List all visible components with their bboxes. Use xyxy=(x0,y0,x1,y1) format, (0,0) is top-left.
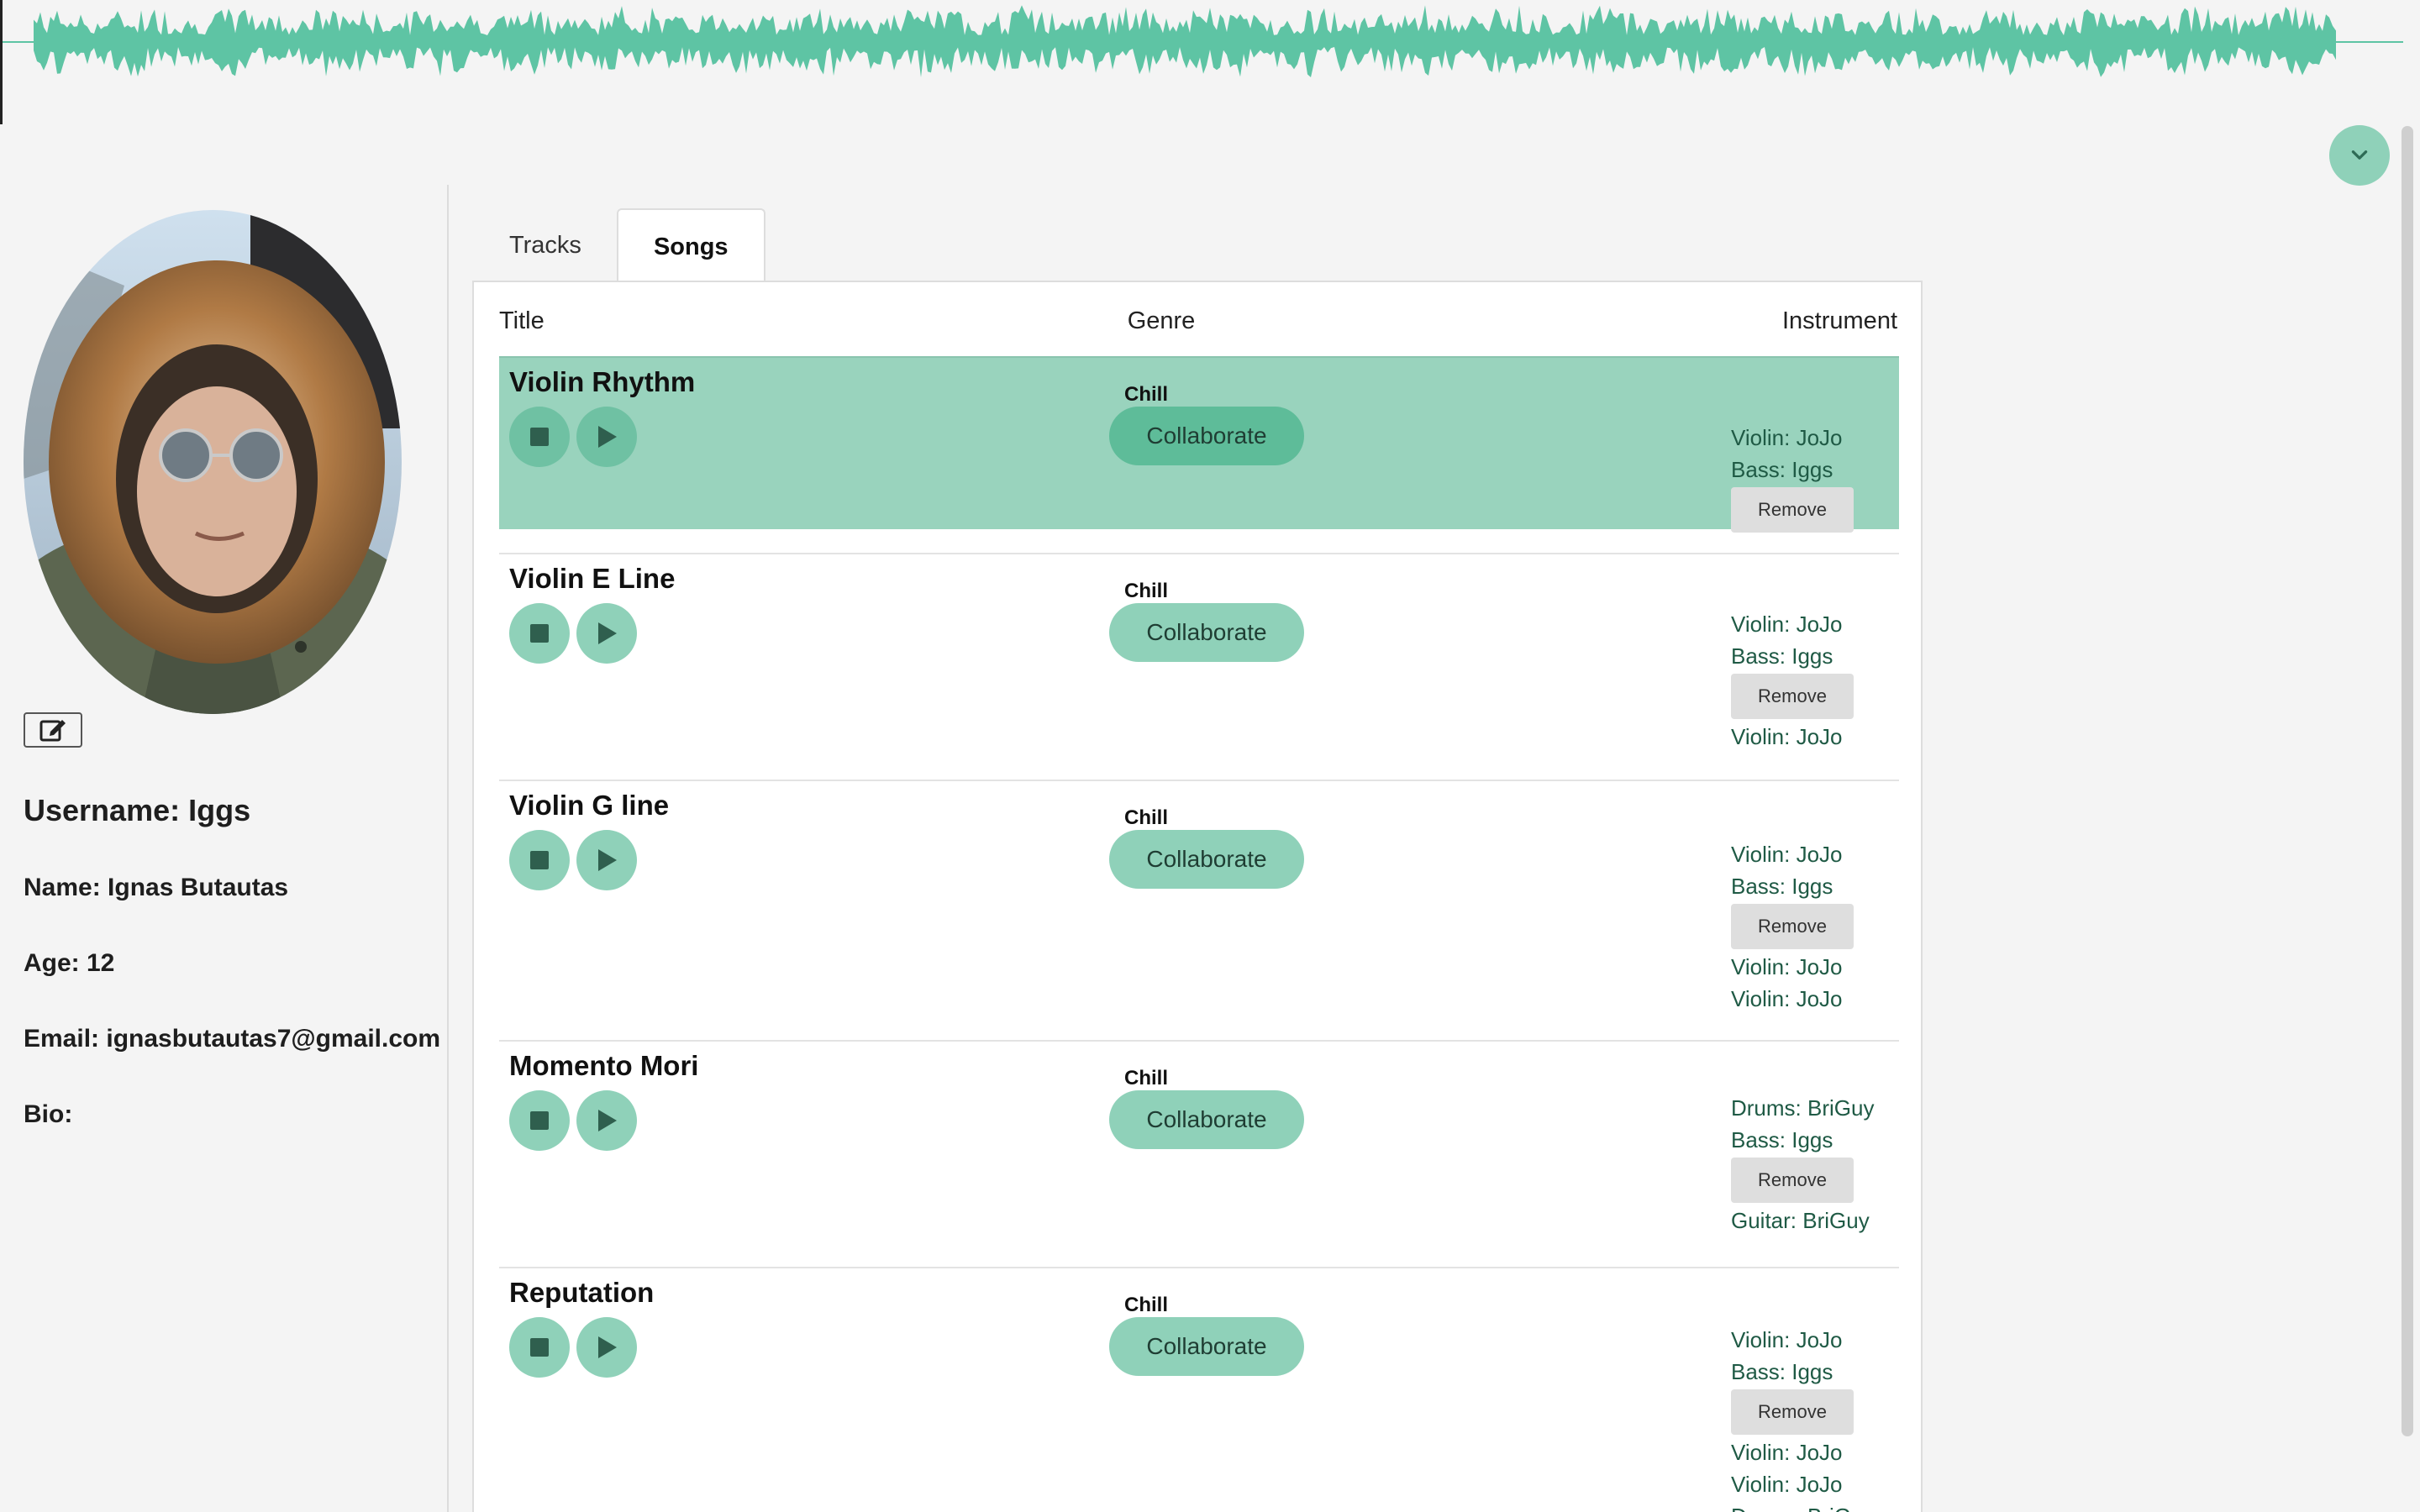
collapse-waveform-button[interactable] xyxy=(2329,125,2390,186)
song-genre: Chill xyxy=(1124,1294,1168,1316)
chevron-down-icon xyxy=(2351,150,2368,160)
stop-button[interactable] xyxy=(509,1090,570,1151)
play-icon xyxy=(598,1110,617,1131)
play-icon xyxy=(598,849,617,871)
profile-photo xyxy=(24,210,402,714)
remove-button[interactable]: Remove xyxy=(1731,674,1854,719)
song-title: Violin E Line xyxy=(509,563,676,594)
song-row[interactable]: Reputation Chill Collaborate Violin: JoJo Ba… xyxy=(499,1267,1899,1512)
edit-icon xyxy=(39,720,66,742)
collaborate-button[interactable]: Collaborate xyxy=(1109,603,1304,662)
instrument-entry: Violin: JoJo xyxy=(1731,1472,1843,1497)
instrument-entry: Violin: JoJo xyxy=(1731,1440,1843,1465)
instrument-entry: Violin: JoJo xyxy=(1731,1327,1843,1352)
column-header-instrument: Instrument xyxy=(1782,307,1897,334)
instrument-entry: Violin: JoJo xyxy=(1731,842,1843,867)
song-title: Violin G line xyxy=(509,790,670,821)
stop-icon xyxy=(530,851,549,869)
song-row[interactable]: Violin Rhythm Chill Collaborate Violin: JoJ… xyxy=(499,356,1899,533)
instrument-entry: Drums: BriGuy xyxy=(1731,1095,1875,1121)
profile-bio: Bio: xyxy=(24,1100,73,1128)
song-genre: Chill xyxy=(1124,580,1168,602)
stop-icon xyxy=(530,1338,549,1357)
song-genre: Chill xyxy=(1124,383,1168,406)
instrument-entry: Violin: JoJo xyxy=(1731,612,1843,637)
instrument-entry: Guitar: BriGuy xyxy=(1731,1208,1870,1233)
instrument-list: Violin: JoJo Bass: Iggs Remove Violin: JoJo… xyxy=(1731,1324,1899,1512)
column-header-title: Title xyxy=(499,307,544,334)
play-icon xyxy=(598,426,617,448)
song-row[interactable]: Violin E Line Chill Collaborate Violin: JoJ… xyxy=(499,553,1899,761)
instrument-entry: Bass: Iggs xyxy=(1731,457,1833,482)
instrument-entry: Bass: Iggs xyxy=(1731,1359,1833,1384)
stop-button[interactable] xyxy=(509,603,570,664)
instrument-entry: Violin: JoJo xyxy=(1731,986,1843,1011)
profile-sidebar: Username: Iggs Name: Ignas Butautas Age:… xyxy=(0,185,449,1512)
play-button[interactable] xyxy=(576,603,637,664)
song-row[interactable]: Momento Mori Chill Collaborate Drums: BriGu… xyxy=(499,1040,1899,1268)
instrument-entry: Violin: JoJo xyxy=(1731,724,1843,749)
instrument-entry: Drums: BriGuy xyxy=(1731,1500,1899,1512)
column-header-genre: Genre xyxy=(1127,307,1196,334)
profile-username: Username: Iggs xyxy=(24,793,251,827)
remove-button[interactable]: Remove xyxy=(1731,1158,1854,1203)
playhead-cursor[interactable] xyxy=(0,0,3,124)
audio-waveform[interactable] xyxy=(0,0,2403,124)
instrument-entry: Bass: Iggs xyxy=(1731,1127,1833,1152)
collaborate-button[interactable]: Collaborate xyxy=(1109,830,1304,889)
play-button[interactable] xyxy=(576,407,637,467)
song-genre: Chill xyxy=(1124,806,1168,829)
remove-button[interactable]: Remove xyxy=(1731,1389,1854,1435)
content-tabs: Tracks Songs xyxy=(474,208,765,284)
instrument-list: Violin: JoJo Bass: Iggs Remove xyxy=(1731,422,1899,534)
tab-songs[interactable]: Songs xyxy=(616,208,765,284)
instrument-list: Violin: JoJo Bass: Iggs Remove Violin: JoJo… xyxy=(1731,838,1899,1015)
collaborate-button[interactable]: Collaborate xyxy=(1109,1317,1304,1376)
play-button[interactable] xyxy=(576,1090,637,1151)
profile-email: Email: ignasbutautas7@gmail.com xyxy=(24,1025,441,1053)
stop-icon xyxy=(530,624,549,643)
page-scrollbar[interactable] xyxy=(2402,126,2413,1436)
play-icon xyxy=(598,622,617,644)
instrument-entry: Violin: JoJo xyxy=(1731,954,1843,979)
instrument-entry: Bass: Iggs xyxy=(1731,874,1833,899)
stop-icon xyxy=(530,428,549,446)
song-title: Violin Rhythm xyxy=(509,366,696,397)
play-button[interactable] xyxy=(576,1317,637,1378)
songs-panel: Title Genre Instrument Violin Rhythm Chil… xyxy=(472,281,1923,1512)
app-root: Username: Iggs Name: Ignas Butautas Age:… xyxy=(0,0,2420,1512)
collaborate-button[interactable]: Collaborate xyxy=(1109,1090,1304,1149)
tab-tracks[interactable]: Tracks xyxy=(474,208,617,282)
stop-button[interactable] xyxy=(509,1317,570,1378)
stop-button[interactable] xyxy=(509,407,570,467)
instrument-list: Drums: BriGuy Bass: Iggs Remove Guitar: Bri… xyxy=(1731,1092,1899,1236)
remove-button[interactable]: Remove xyxy=(1731,904,1854,949)
profile-age: Age: 12 xyxy=(24,949,115,977)
song-title: Momento Mori xyxy=(509,1050,699,1081)
song-genre: Chill xyxy=(1124,1067,1168,1089)
instrument-entry: Violin: JoJo xyxy=(1731,425,1843,450)
edit-profile-button[interactable] xyxy=(24,712,82,748)
avatar xyxy=(24,210,402,714)
instrument-entry: Bass: Iggs xyxy=(1731,643,1833,669)
stop-button[interactable] xyxy=(509,830,570,890)
remove-button[interactable]: Remove xyxy=(1731,487,1854,533)
play-icon xyxy=(598,1336,617,1358)
collaborate-button[interactable]: Collaborate xyxy=(1109,407,1304,465)
instrument-list: Violin: JoJo Bass: Iggs Remove Violin: JoJo xyxy=(1731,608,1899,753)
profile-name: Name: Ignas Butautas xyxy=(24,874,289,901)
song-row[interactable]: Violin G line Chill Collaborate Violin: JoJ… xyxy=(499,780,1899,1018)
song-title: Reputation xyxy=(509,1277,655,1308)
stop-icon xyxy=(530,1111,549,1130)
play-button[interactable] xyxy=(576,830,637,890)
